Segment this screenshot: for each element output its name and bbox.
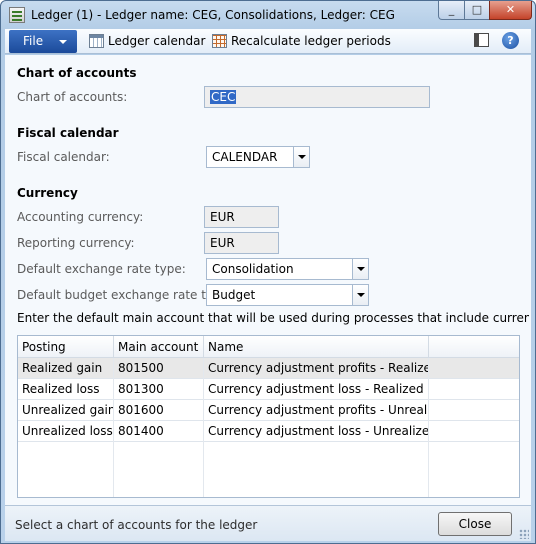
name-cell: Currency adjustment loss - Unrealized [204, 421, 429, 442]
status-bar: Select a chart of accounts for the ledge… [5, 505, 531, 541]
form-content: Chart of accounts Chart of accounts: CEC… [5, 55, 531, 505]
exchange-rate-type-select[interactable]: Consolidation [206, 258, 369, 280]
column-divider [428, 358, 429, 497]
title-bar[interactable]: Ledger (1) - Ledger name: CEG, Consolida… [1, 1, 535, 29]
column-divider [113, 358, 114, 497]
column-header-name[interactable]: Name [204, 336, 429, 358]
layout-icon[interactable] [474, 33, 489, 47]
ledger-window: Ledger (1) - Ledger name: CEG, Consolida… [0, 0, 536, 544]
recalculate-label: Recalculate ledger periods [231, 34, 391, 48]
resize-grip-icon[interactable] [519, 529, 529, 539]
help-icon[interactable]: ? [502, 32, 519, 49]
posting-cell: Unrealized loss [18, 421, 114, 442]
chart-of-accounts-field[interactable]: CEC [204, 86, 430, 108]
fiscal-calendar-label: Fiscal calendar: [17, 150, 110, 164]
chevron-down-icon[interactable] [293, 147, 309, 167]
grid-icon [212, 33, 227, 48]
exchange-rate-type-value: Consolidation [212, 262, 294, 276]
action-pane: File Ledger calendar Recalculate ledger … [5, 29, 531, 54]
budget-exchange-rate-type-label: Default budget exchange rate type: [17, 288, 233, 302]
posting-cell: Realized gain [18, 358, 114, 379]
name-cell: Currency adjustment loss - Realized [204, 379, 429, 400]
table-row[interactable]: Unrealized loss 801400 Currency adjustme… [18, 421, 519, 442]
status-text: Select a chart of accounts for the ledge… [15, 518, 258, 532]
file-menu-button[interactable]: File [9, 30, 77, 53]
name-cell: Currency adjustment profits - Realized [204, 358, 429, 379]
main-account-cell[interactable]: 801600 [114, 400, 204, 421]
ledger-calendar-label: Ledger calendar [108, 34, 206, 48]
close-window-button[interactable]: ✕ [489, 1, 532, 20]
ledger-app-icon [9, 7, 25, 23]
instruction-text: Enter the default main account that will… [17, 311, 529, 325]
column-header-posting[interactable]: Posting [18, 336, 114, 358]
accounting-currency-label: Accounting currency: [17, 210, 144, 224]
column-header-main-account[interactable]: Main account [114, 336, 204, 358]
budget-exchange-rate-type-select[interactable]: Budget [206, 284, 369, 306]
calendar-icon [89, 33, 104, 48]
name-cell: Currency adjustment profits - Unrealized [204, 400, 429, 421]
grid-header: Posting Main account Name [18, 336, 519, 358]
posting-cell: Realized loss [18, 379, 114, 400]
column-divider [203, 358, 204, 497]
reporting-currency-label: Reporting currency: [17, 236, 135, 250]
currency-heading: Currency [17, 186, 78, 200]
minimize-button[interactable]: _ [438, 1, 465, 20]
ledger-calendar-button[interactable]: Ledger calendar [89, 29, 205, 53]
main-account-cell[interactable]: 801500 [114, 358, 204, 379]
window-title: Ledger (1) - Ledger name: CEG, Consolida… [31, 8, 395, 22]
chart-of-accounts-heading: Chart of accounts [17, 66, 137, 80]
table-row[interactable]: Realized loss 801300 Currency adjustment… [18, 379, 519, 400]
reporting-currency-field: EUR [204, 232, 279, 254]
main-account-cell[interactable]: 801300 [114, 379, 204, 400]
chevron-down-icon [59, 40, 67, 44]
chart-of-accounts-label: Chart of accounts: [17, 90, 128, 104]
recalculate-periods-button[interactable]: Recalculate ledger periods [212, 29, 391, 53]
table-row[interactable]: Realized gain 801500 Currency adjustment… [18, 358, 519, 379]
accounting-currency-field: EUR [204, 206, 279, 228]
file-menu-label: File [23, 34, 44, 48]
fiscal-calendar-select[interactable]: CALENDAR [206, 146, 310, 168]
chevron-down-icon[interactable] [352, 259, 368, 279]
table-row[interactable]: Unrealized gain 801600 Currency adjustme… [18, 400, 519, 421]
exchange-rate-type-label: Default exchange rate type: [17, 262, 186, 276]
chart-of-accounts-value: CEC [210, 90, 237, 104]
fiscal-calendar-heading: Fiscal calendar [17, 126, 119, 140]
close-button[interactable]: Close [438, 512, 512, 536]
posting-cell: Unrealized gain [18, 400, 114, 421]
maximize-button[interactable]: □ [464, 1, 490, 20]
budget-exchange-rate-type-value: Budget [212, 288, 256, 302]
main-account-grid[interactable]: Posting Main account Name Realized gain … [17, 335, 520, 498]
chevron-down-icon[interactable] [352, 285, 368, 305]
fiscal-calendar-value: CALENDAR [212, 150, 278, 164]
main-account-cell[interactable]: 801400 [114, 421, 204, 442]
